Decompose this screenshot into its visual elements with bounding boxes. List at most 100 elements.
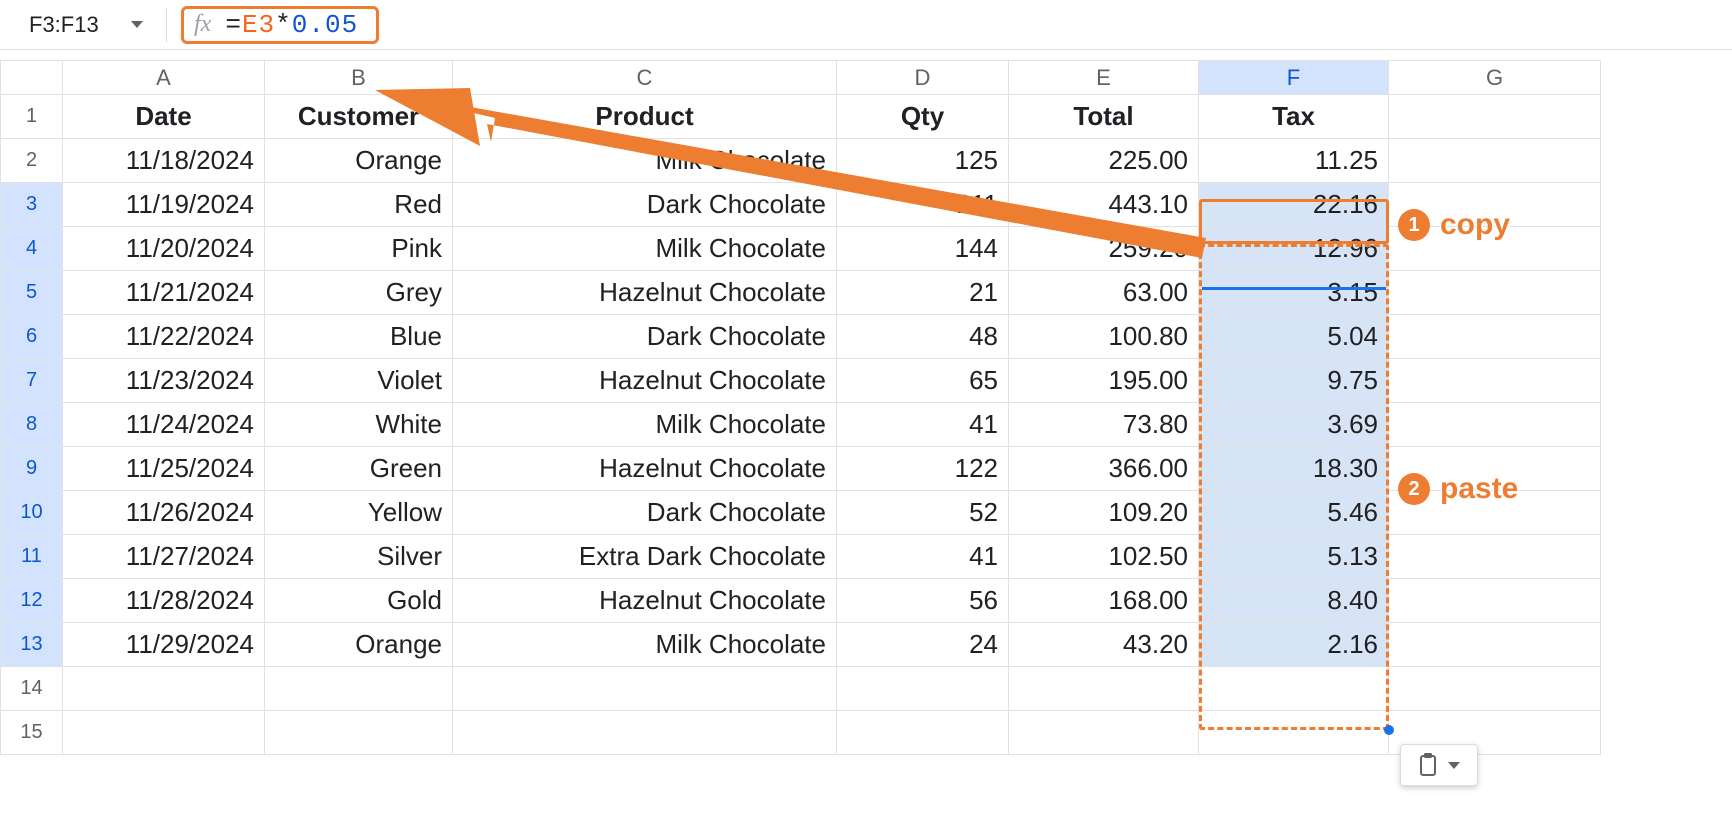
cell[interactable] <box>453 711 837 755</box>
cell[interactable]: 8.40 <box>1199 579 1389 623</box>
cell[interactable]: 2.16 <box>1199 623 1389 667</box>
cell[interactable]: 18.30 <box>1199 447 1389 491</box>
cell[interactable]: 41 <box>837 403 1009 447</box>
cell[interactable] <box>1389 183 1601 227</box>
row-header[interactable]: 5 <box>1 271 63 315</box>
cell[interactable]: 443.10 <box>1009 183 1199 227</box>
col-header-C[interactable]: C <box>453 61 837 95</box>
row-header[interactable]: 12 <box>1 579 63 623</box>
cell[interactable] <box>1199 711 1389 755</box>
row-header[interactable]: 6 <box>1 315 63 359</box>
cell[interactable] <box>63 667 265 711</box>
cell[interactable]: Blue <box>265 315 453 359</box>
cell[interactable]: 73.80 <box>1009 403 1199 447</box>
cell[interactable]: Pink <box>265 227 453 271</box>
cell[interactable] <box>1389 667 1601 711</box>
cell[interactable]: Gold <box>265 579 453 623</box>
cell[interactable] <box>1009 711 1199 755</box>
cell[interactable]: 24 <box>837 623 1009 667</box>
cell[interactable]: 41 <box>837 535 1009 579</box>
cell[interactable]: Yellow <box>265 491 453 535</box>
cell[interactable]: Milk Chocolate <box>453 139 837 183</box>
cell[interactable]: 11/19/2024 <box>63 183 265 227</box>
cell[interactable] <box>1389 403 1601 447</box>
row-header[interactable]: 7 <box>1 359 63 403</box>
row-header[interactable]: 2 <box>1 139 63 183</box>
cell[interactable]: 109.20 <box>1009 491 1199 535</box>
name-box[interactable]: F3:F13 <box>12 6 152 44</box>
cell[interactable]: 144 <box>837 227 1009 271</box>
row-header[interactable]: 8 <box>1 403 63 447</box>
cell[interactable]: 168.00 <box>1009 579 1199 623</box>
cell[interactable] <box>1389 447 1601 491</box>
col-header-G[interactable]: G <box>1389 61 1601 95</box>
cell[interactable]: Hazelnut Chocolate <box>453 447 837 491</box>
cell[interactable]: 22.16 <box>1199 183 1389 227</box>
cell[interactable]: Dark Chocolate <box>453 183 837 227</box>
cell[interactable]: 11/29/2024 <box>63 623 265 667</box>
cell[interactable]: Milk Chocolate <box>453 623 837 667</box>
cell[interactable]: 11/26/2024 <box>63 491 265 535</box>
cell[interactable]: 11/23/2024 <box>63 359 265 403</box>
cell[interactable]: 65 <box>837 359 1009 403</box>
cell[interactable]: Red <box>265 183 453 227</box>
cell[interactable]: 11/22/2024 <box>63 315 265 359</box>
cell[interactable] <box>1389 95 1601 139</box>
col-header-A[interactable]: A <box>63 61 265 95</box>
col-header-E[interactable]: E <box>1009 61 1199 95</box>
cell[interactable]: 5.04 <box>1199 315 1389 359</box>
cell[interactable] <box>1389 359 1601 403</box>
cell[interactable] <box>1389 139 1601 183</box>
cell[interactable]: 100.80 <box>1009 315 1199 359</box>
paste-options-button[interactable] <box>1400 744 1478 786</box>
cell[interactable]: Extra Dark Chocolate <box>453 535 837 579</box>
cell[interactable]: Dark Chocolate <box>453 315 837 359</box>
cell[interactable]: Hazelnut Chocolate <box>453 271 837 315</box>
cell[interactable] <box>1009 667 1199 711</box>
cell[interactable]: Dark Chocolate <box>453 491 837 535</box>
formula-input[interactable]: =E3*0.05 <box>225 10 358 40</box>
cell[interactable]: 43.20 <box>1009 623 1199 667</box>
col-header-D[interactable]: D <box>837 61 1009 95</box>
cell[interactable]: 125 <box>837 139 1009 183</box>
cell[interactable]: Silver <box>265 535 453 579</box>
cell[interactable]: 48 <box>837 315 1009 359</box>
row-header[interactable]: 10 <box>1 491 63 535</box>
cell[interactable]: Total <box>1009 95 1199 139</box>
col-header-B[interactable]: B <box>265 61 453 95</box>
select-all-corner[interactable] <box>1 61 63 95</box>
cell[interactable] <box>1389 491 1601 535</box>
cell[interactable]: 11/24/2024 <box>63 403 265 447</box>
cell[interactable]: 3.15 <box>1199 271 1389 315</box>
cell[interactable] <box>1389 623 1601 667</box>
cell[interactable]: 11.25 <box>1199 139 1389 183</box>
cell[interactable]: Orange <box>265 623 453 667</box>
cell[interactable]: 9.75 <box>1199 359 1389 403</box>
grid[interactable]: A B C D E F G 1DateCustomerProductQtyTot… <box>0 60 1601 755</box>
cell[interactable]: 11/28/2024 <box>63 579 265 623</box>
cell[interactable]: 21 <box>837 271 1009 315</box>
cell[interactable]: Milk Chocolate <box>453 227 837 271</box>
row-header[interactable]: 15 <box>1 711 63 755</box>
cell[interactable]: Product <box>453 95 837 139</box>
cell[interactable]: Tax <box>1199 95 1389 139</box>
cell[interactable]: Customer <box>265 95 453 139</box>
chevron-down-icon[interactable] <box>131 21 143 28</box>
cell[interactable]: Hazelnut Chocolate <box>453 359 837 403</box>
cell[interactable]: Milk Chocolate <box>453 403 837 447</box>
cell[interactable]: Qty <box>837 95 1009 139</box>
row-header[interactable]: 1 <box>1 95 63 139</box>
row-header[interactable]: 3 <box>1 183 63 227</box>
cell[interactable]: Green <box>265 447 453 491</box>
cell[interactable]: 11/18/2024 <box>63 139 265 183</box>
cell[interactable] <box>837 711 1009 755</box>
cell[interactable]: 211 <box>837 183 1009 227</box>
cell[interactable]: Hazelnut Chocolate <box>453 579 837 623</box>
cell[interactable]: 12.96 <box>1199 227 1389 271</box>
cell[interactable] <box>453 667 837 711</box>
cell[interactable]: White <box>265 403 453 447</box>
cell[interactable]: 11/20/2024 <box>63 227 265 271</box>
cell[interactable]: 11/27/2024 <box>63 535 265 579</box>
col-header-F[interactable]: F <box>1199 61 1389 95</box>
cell[interactable]: 52 <box>837 491 1009 535</box>
